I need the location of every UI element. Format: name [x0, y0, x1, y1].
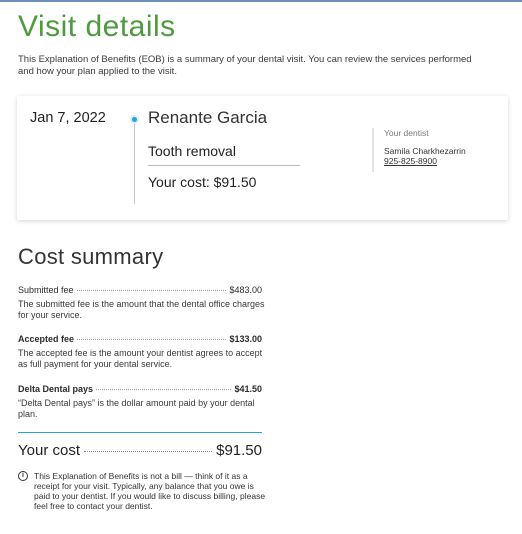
page-title: Visit details — [18, 10, 176, 43]
timeline-dot — [130, 115, 139, 124]
dentist-name: Samila Charkhezarrin — [384, 146, 466, 156]
submitted-fee-row: Submitted fee $483.00 — [18, 285, 262, 295]
submitted-fee-label: Submitted fee — [18, 285, 74, 295]
dot-leader — [96, 389, 232, 390]
summary-divider — [18, 432, 262, 433]
accepted-fee-amount: $133.00 — [229, 334, 262, 344]
submitted-fee-description: The submitted fee is the amount that the… — [18, 299, 265, 320]
dentist-phone-link[interactable]: 925-825-8900 — [384, 156, 466, 166]
dot-leader — [77, 339, 227, 340]
your-cost-label: Your cost — [18, 442, 80, 459]
intro-text: This Explanation of Benefits (EOB) is a … — [18, 54, 472, 77]
visit-date: Jan 7, 2022 — [30, 110, 106, 126]
info-icon: i — [18, 471, 28, 481]
accepted-fee-row: Accepted fee $133.00 — [18, 334, 262, 344]
accepted-fee-description: The accepted fee is the amount your dent… — [18, 348, 263, 369]
delta-dental-pays-label: Delta Dental pays — [18, 384, 94, 394]
dentist-label: Your dentist — [384, 128, 429, 138]
timeline-line — [134, 122, 135, 204]
service-divider — [148, 165, 300, 166]
submitted-fee-amount: $483.00 — [229, 285, 262, 295]
dot-leader — [84, 451, 213, 452]
delta-dental-pays-row: Delta Dental pays $41.50 — [18, 384, 262, 394]
billing-notice: i This Explanation of Benefits is not a … — [18, 471, 268, 511]
delta-dental-pays-description: “Delta Dental pays” is the dollar amount… — [18, 398, 255, 419]
visit-card: Jan 7, 2022 Renante Garcia Tooth removal… — [17, 96, 508, 220]
accepted-fee-label: Accepted fee — [18, 334, 75, 344]
dot-leader — [76, 290, 227, 291]
dentist-info: Your dentist Samila Charkhezarrin 925-82… — [372, 128, 466, 172]
your-cost-amount: $91.50 — [216, 442, 262, 459]
delta-dental-pays-amount: $41.50 — [234, 384, 262, 394]
your-cost-row: Your cost $91.50 — [18, 442, 262, 459]
visit-cost: Your cost: $91.50 — [148, 174, 257, 190]
billing-notice-text: This Explanation of Benefits is not a bi… — [34, 471, 266, 511]
service-name: Tooth removal — [148, 143, 236, 159]
top-rule — [0, 0, 522, 2]
patient-name: Renante Garcia — [148, 108, 268, 127]
cost-summary-title: Cost summary — [18, 244, 164, 269]
